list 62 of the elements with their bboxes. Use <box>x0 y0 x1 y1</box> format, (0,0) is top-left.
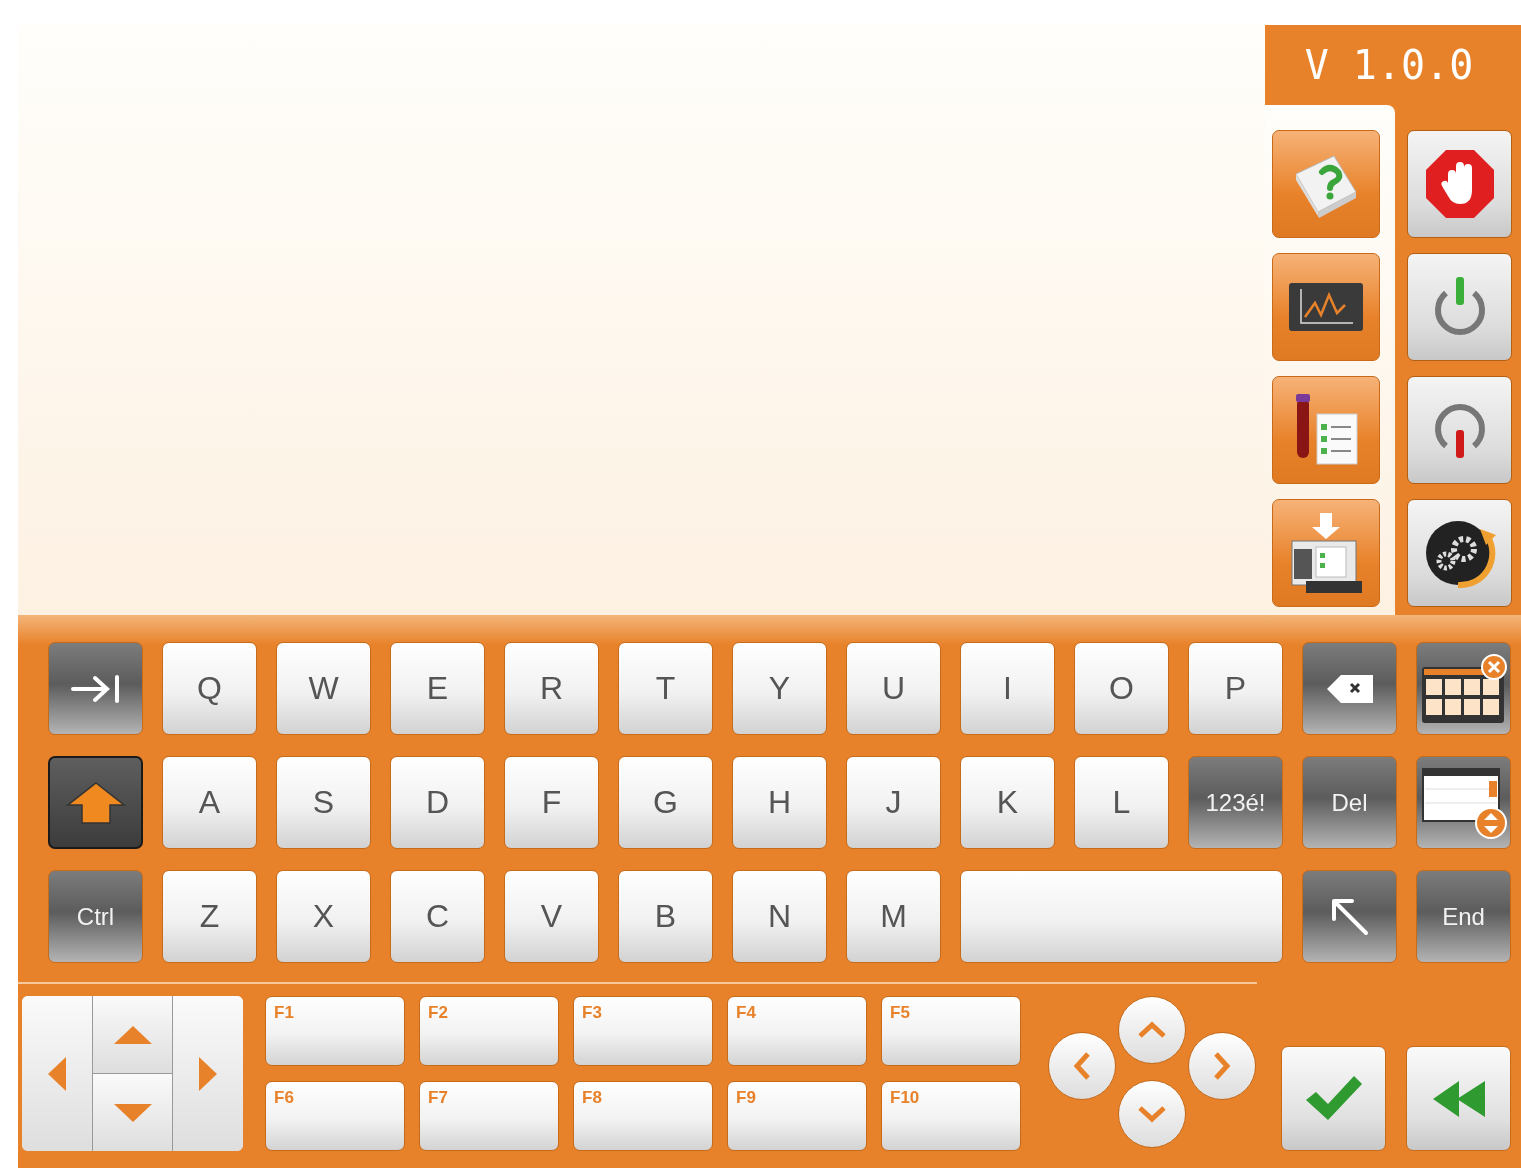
modifier-key[interactable]: Ctrl <box>48 870 143 963</box>
home-key[interactable] <box>1302 870 1397 963</box>
letter-key[interactable]: S <box>276 756 371 849</box>
modifier-key[interactable]: End <box>1416 870 1511 963</box>
letter-key[interactable]: F <box>504 756 599 849</box>
letter-key[interactable]: D <box>390 756 485 849</box>
up-triangle-icon <box>113 1025 152 1044</box>
letter-key[interactable]: V <box>504 870 599 963</box>
version-label: V 1.0.0 <box>1303 41 1475 90</box>
letter-key[interactable]: P <box>1188 642 1283 735</box>
letter-key[interactable]: Z <box>162 870 257 963</box>
letter-key[interactable]: I <box>960 642 1055 735</box>
letter-key[interactable]: E <box>390 642 485 735</box>
letter-key[interactable]: X <box>276 870 371 963</box>
left-triangle-icon <box>48 1056 66 1091</box>
backspace-key[interactable] <box>1302 642 1397 735</box>
letter-key[interactable]: M <box>846 870 941 963</box>
up-button[interactable] <box>93 996 172 1074</box>
letter-key[interactable]: H <box>732 756 827 849</box>
space-key[interactable] <box>960 870 1283 963</box>
shift-key[interactable] <box>48 756 143 849</box>
hide-keyboard-icon <box>1419 652 1508 725</box>
letter-key[interactable]: K <box>960 756 1055 849</box>
right-triangle-icon <box>199 1056 217 1091</box>
letter-key[interactable]: J <box>846 756 941 849</box>
back-button[interactable] <box>1406 1046 1511 1151</box>
chart-button[interactable] <box>1272 253 1380 361</box>
stop-hand-icon <box>1423 148 1496 220</box>
left-button[interactable] <box>22 996 93 1151</box>
modifier-key[interactable]: 123é! <box>1188 756 1283 849</box>
letter-key[interactable]: A <box>162 756 257 849</box>
letter-key[interactable]: L <box>1074 756 1169 849</box>
stop-button[interactable] <box>1407 130 1512 238</box>
hide-keyboard-key[interactable] <box>1416 642 1511 735</box>
scroll-key[interactable] <box>1416 756 1511 849</box>
letter-key[interactable]: Q <box>162 642 257 735</box>
right-button[interactable] <box>172 996 243 1151</box>
letter-key[interactable]: R <box>504 642 599 735</box>
samples-button[interactable] <box>1272 376 1380 484</box>
tab-key[interactable] <box>48 642 143 735</box>
power-on-button[interactable] <box>1407 253 1512 361</box>
settings-button[interactable] <box>1407 499 1512 607</box>
letter-key[interactable]: B <box>618 870 713 963</box>
help-button[interactable] <box>1272 130 1380 238</box>
modifier-key[interactable]: Del <box>1302 756 1397 849</box>
letter-key[interactable]: C <box>390 870 485 963</box>
chevron-left-icon <box>1073 1051 1091 1081</box>
down-triangle-icon <box>113 1103 152 1122</box>
letter-key[interactable]: Y <box>732 642 827 735</box>
chevron-down-icon <box>1137 1105 1167 1123</box>
chevron-up-icon <box>1137 1021 1167 1039</box>
letter-key[interactable]: O <box>1074 642 1169 735</box>
power-off-button[interactable] <box>1407 376 1512 484</box>
chevron-right-icon <box>1213 1051 1231 1081</box>
confirm-button[interactable] <box>1281 1046 1386 1151</box>
letter-key[interactable]: W <box>276 642 371 735</box>
analyzer-button[interactable] <box>1272 499 1380 607</box>
letter-key[interactable]: N <box>732 870 827 963</box>
letter-key[interactable]: T <box>618 642 713 735</box>
shift-arrow-icon <box>65 780 126 825</box>
letter-key[interactable]: U <box>846 642 941 735</box>
letter-key[interactable]: G <box>618 756 713 849</box>
